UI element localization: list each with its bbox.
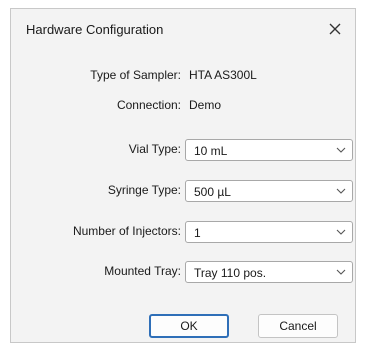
close-button[interactable]: [323, 17, 347, 41]
mounted-tray-label: Mounted Tray:: [104, 264, 181, 278]
syringe-type-value: 500 µL: [194, 185, 231, 199]
title-bar: Hardware Configuration: [11, 9, 355, 49]
number-of-injectors-value: 1: [194, 226, 201, 240]
syringe-type-select[interactable]: 500 µL: [185, 180, 353, 202]
chevron-down-icon: [336, 229, 346, 235]
close-icon: [329, 23, 341, 35]
hardware-configuration-dialog: Hardware Configuration Type of Sampler: …: [10, 8, 356, 343]
number-of-injectors-select[interactable]: 1: [185, 221, 353, 243]
dialog-title: Hardware Configuration: [26, 22, 164, 37]
connection-label: Connection:: [116, 98, 181, 112]
sampler-type-label: Type of Sampler:: [90, 68, 181, 82]
cancel-button[interactable]: Cancel: [258, 314, 338, 338]
ok-button[interactable]: OK: [149, 314, 229, 338]
syringe-type-label: Syringe Type:: [107, 183, 181, 197]
chevron-down-icon: [336, 188, 346, 194]
chevron-down-icon: [336, 147, 346, 153]
vial-type-value: 10 mL: [194, 144, 228, 158]
vial-type-label: Vial Type:: [128, 142, 181, 156]
chevron-down-icon: [336, 269, 346, 275]
number-of-injectors-label: Number of Injectors:: [72, 224, 181, 238]
mounted-tray-value: Tray 110 pos.: [194, 266, 267, 280]
mounted-tray-select[interactable]: Tray 110 pos.: [185, 261, 353, 283]
vial-type-select[interactable]: 10 mL: [185, 139, 353, 161]
sampler-type-value: HTA AS300L: [189, 68, 257, 82]
connection-value: Demo: [189, 98, 222, 112]
